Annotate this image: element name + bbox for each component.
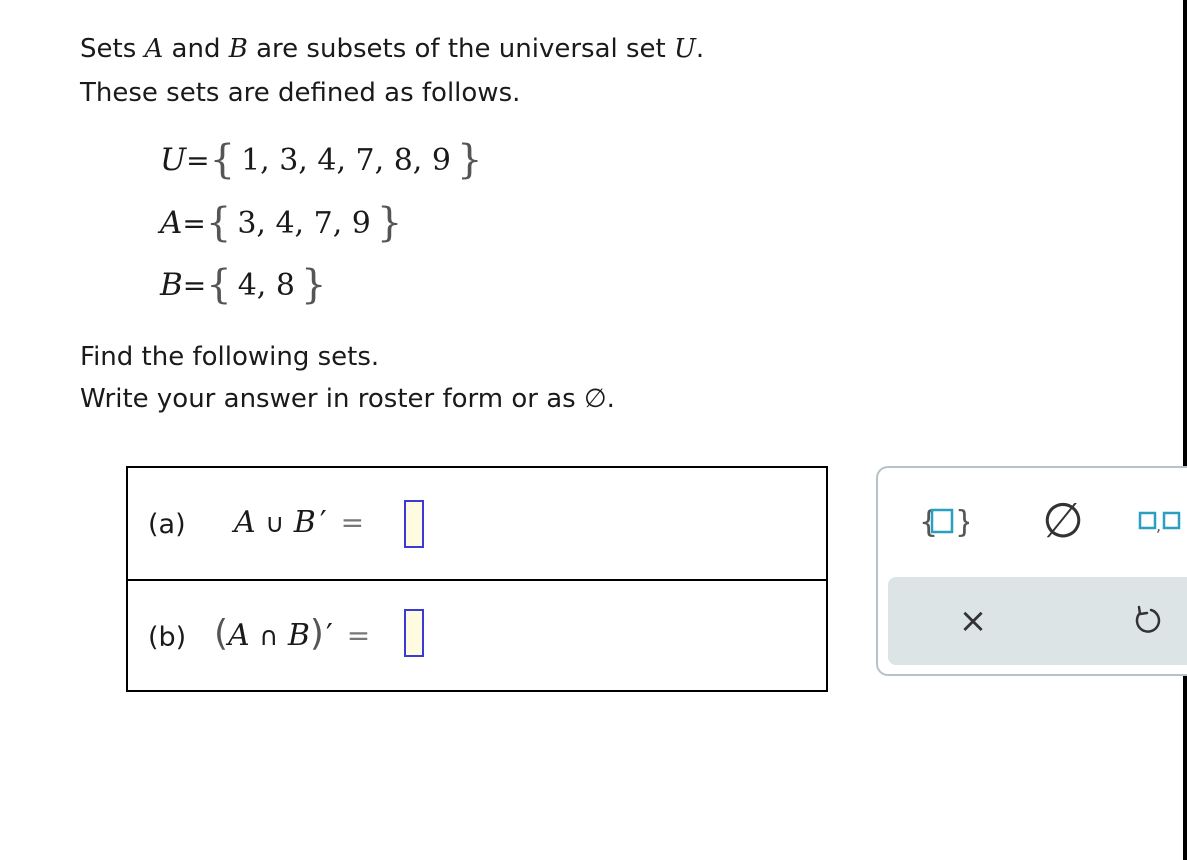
expression-a: A ∪ B ′ = [234, 506, 364, 541]
set-name: A [228, 618, 250, 653]
part-label: (a) [148, 509, 186, 540]
left-paren: ( [214, 613, 229, 654]
left-brace: { [206, 262, 232, 308]
intro-text: . [695, 34, 705, 64]
intro-line-1: Sets A and B are subsets of the universa… [80, 34, 704, 64]
intro-text: are subsets of the universal set [247, 34, 674, 64]
undo-button[interactable] [1113, 590, 1183, 652]
equals-sign: = [340, 506, 365, 539]
set-elements: 4, 8 [237, 268, 295, 303]
set-definition-u: U={1, 3, 4, 7, 8, 9} [160, 140, 482, 181]
equals-sign: = [182, 269, 207, 302]
list-comma-icon: , [1138, 511, 1181, 535]
clear-button[interactable]: × [938, 590, 1008, 652]
empty-set-key[interactable]: ∅ [1028, 492, 1098, 550]
left-brace: { [205, 200, 232, 246]
undo-icon [1135, 605, 1161, 633]
right-brace: } [456, 137, 483, 183]
set-name: B [287, 618, 310, 653]
equals-sign: = [186, 144, 210, 177]
answer-table: (a) A ∪ B ′ = (b) (A ∩ B)′ = [126, 466, 828, 692]
answer-input-a[interactable] [404, 500, 424, 548]
right-brace: } [376, 200, 403, 246]
math-keypad: { } ∅ , × [876, 466, 1187, 676]
complement-prime: ′ [319, 505, 327, 540]
intro-text: Sets [80, 34, 145, 64]
close-icon: × [958, 601, 988, 641]
list-comma-key[interactable]: , [1134, 496, 1187, 548]
complement-prime: ′ [325, 618, 333, 653]
answer-row-a: (a) A ∪ B ′ = [128, 468, 826, 581]
svg-text:}: } [955, 505, 969, 540]
right-paren: ) [309, 613, 324, 654]
svg-text:,: , [1156, 516, 1161, 535]
set-definition-b: B={4, 8} [160, 265, 326, 306]
answer-row-b: (b) (A ∩ B)′ = [128, 581, 826, 692]
set-name: A [234, 505, 256, 540]
right-brace: } [300, 262, 327, 308]
set-name: B [293, 505, 316, 540]
set-braces-key[interactable]: { } [908, 492, 978, 550]
set-name: B [160, 267, 183, 303]
set-definition-a: A={3, 4, 7, 9} [160, 203, 402, 244]
left-brace: { [209, 137, 236, 183]
equals-sign: = [182, 207, 206, 240]
set-name: A [160, 205, 183, 241]
empty-set-icon: ∅ [1042, 493, 1084, 549]
set-name-u: U [674, 34, 696, 64]
union-symbol: ∪ [265, 509, 285, 539]
instruction-line-2: Write your answer in roster form or as ∅… [80, 384, 615, 414]
part-label: (b) [148, 622, 187, 653]
set-braces-icon: { } [919, 505, 969, 540]
intro-text: and [163, 34, 229, 64]
equals-sign: = [346, 619, 371, 652]
intersect-symbol: ∩ [259, 622, 279, 652]
window-edge-bar [1183, 0, 1187, 860]
set-elements: 1, 3, 4, 7, 8, 9 [241, 143, 451, 178]
instruction-line-1: Find the following sets. [80, 342, 380, 372]
expression-b: (A ∩ B)′ = [214, 616, 371, 654]
intro-line-2: These sets are defined as follows. [80, 78, 521, 108]
set-name-b: B [228, 34, 248, 64]
set-name-a: A [144, 34, 164, 64]
answer-input-b[interactable] [404, 609, 424, 657]
set-name: U [160, 142, 187, 178]
set-elements: 3, 4, 7, 9 [237, 206, 371, 241]
